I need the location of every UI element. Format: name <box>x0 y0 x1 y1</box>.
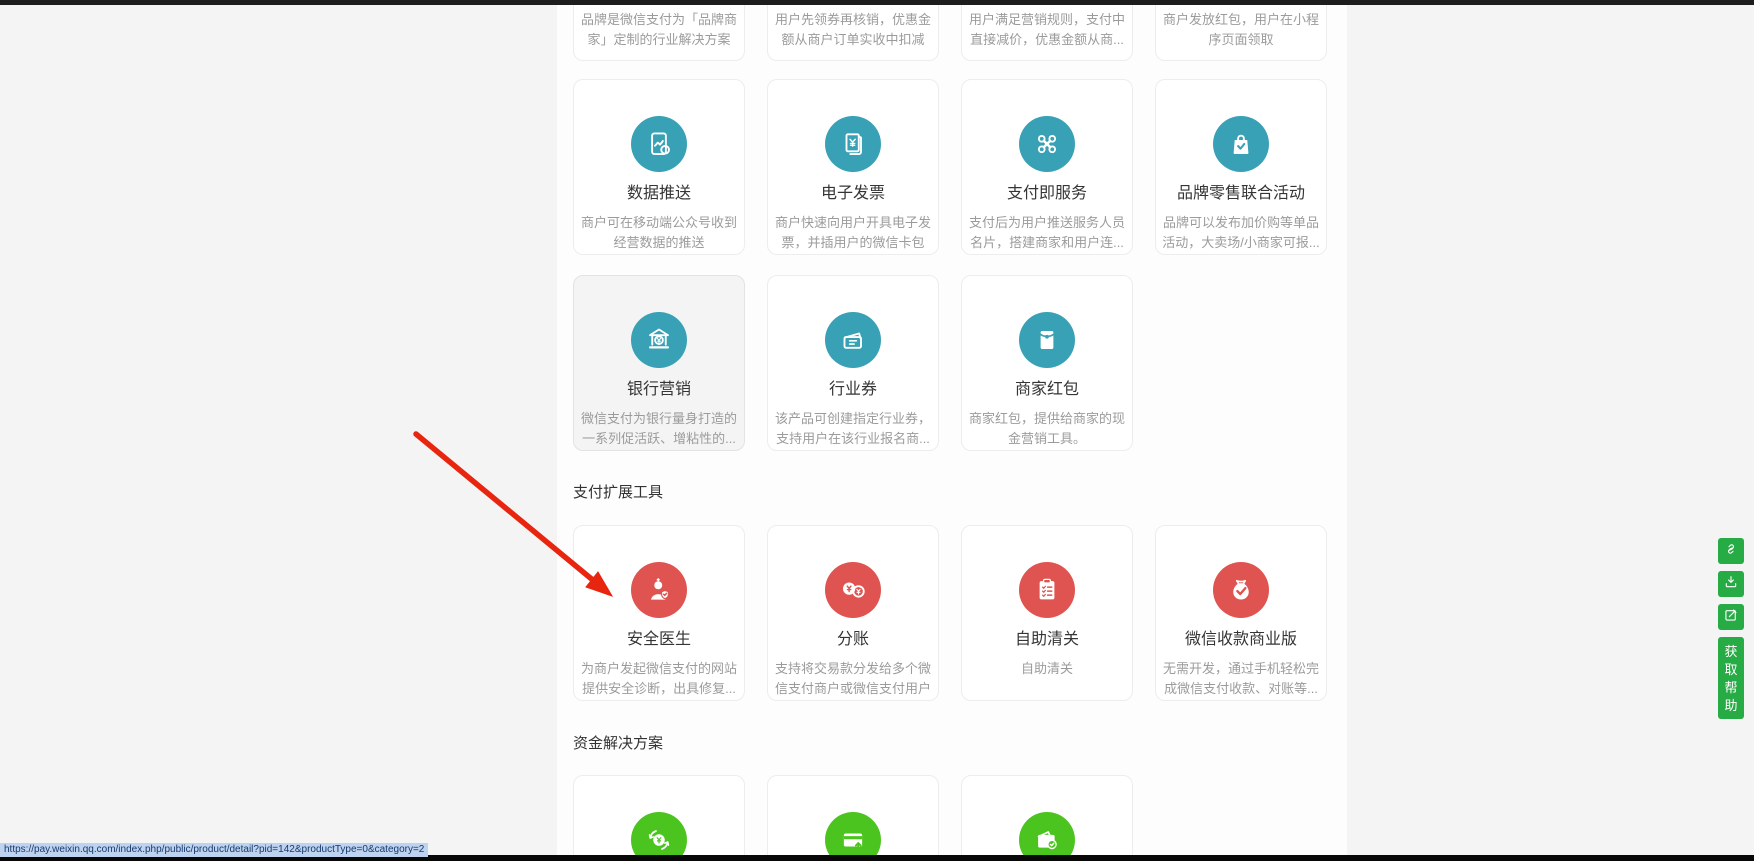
section-header: 支付扩展工具 <box>573 485 663 501</box>
product-desc: 商户快速向用户开具电子发票，并插用户的微信卡包 <box>773 213 933 253</box>
product-title: 行业券 <box>768 382 938 398</box>
product-card-商家红包[interactable]: 商家红包商家红包，提供给商家的现金营销工具。 <box>961 275 1133 451</box>
card-row: 安全医生为商户发起微信支付的网站提供安全诊断，出具修复...分账支持将交易款分发… <box>573 525 1327 701</box>
window-chrome-strip <box>0 0 1754 5</box>
product-card-银行营销[interactable]: 银行营销微信支付为银行量身打造的一系列促活跃、增粘性的... <box>573 275 745 451</box>
status-url-tooltip: https://pay.weixin.qq.com/index.php/publ… <box>0 843 428 857</box>
split-coins-icon <box>825 562 881 618</box>
product-title: 电子发票 <box>768 186 938 202</box>
product-card-数据推送[interactable]: 数据推送商户可在移动端公众号收到经营数据的推送 <box>573 79 745 255</box>
get-help-char: 获 <box>1724 645 1737 658</box>
product-desc: 该产品可创建指定行业券，支持用户在该行业报名商... <box>773 409 933 449</box>
product-desc: 商户发放红包，用户在小程序页面领取 <box>1161 10 1321 50</box>
product-title: 银行营销 <box>574 382 744 398</box>
product-card[interactable]: 用户满足营销规则，支付中直接减价，优惠金额从商... <box>961 0 1133 61</box>
product-card[interactable]: 品牌是微信支付为「品牌商家」定制的行业解决方案 <box>573 0 745 61</box>
red-packet-icon <box>1019 312 1075 368</box>
product-title: 微信收款商业版 <box>1156 632 1326 648</box>
compose-icon <box>1723 607 1739 628</box>
product-card-电子发票[interactable]: 电子发票商户快速向用户开具电子发票，并插用户的微信卡包 <box>767 79 939 255</box>
help-toolbar: 获取帮助 <box>1718 538 1744 719</box>
link-icon <box>1723 541 1739 562</box>
invoice-icon <box>825 116 881 172</box>
product-card[interactable]: 商户发放红包，用户在小程序页面领取 <box>1155 0 1327 61</box>
get-help-button[interactable]: 获取帮助 <box>1718 637 1744 719</box>
toolbar-button-link-icon[interactable] <box>1718 538 1744 564</box>
get-help-char: 帮 <box>1724 681 1737 694</box>
product-title: 数据推送 <box>574 186 744 202</box>
product-card-微信收款商业版[interactable]: 微信收款商业版无需开发，通过手机轻松完成微信支付收款、对账等... <box>1155 525 1327 701</box>
product-card-支付即服务[interactable]: 支付即服务支付后为用户推送服务人员名片，搭建商家和用户连... <box>961 79 1133 255</box>
wallet-check-icon <box>1019 812 1075 861</box>
product-title: 商家红包 <box>962 382 1132 398</box>
product-card[interactable] <box>961 775 1133 861</box>
page: 品牌是微信支付为「品牌商家」定制的行业解决方案用户先领券再核销，优惠金额从商户订… <box>0 0 1754 861</box>
phone-chart-icon <box>631 116 687 172</box>
toolbar-button-compose-icon[interactable] <box>1718 604 1744 630</box>
product-card-品牌零售联合活动[interactable]: 品牌零售联合活动品牌可以发布加价购等单品活动，大卖场/小商家可报... <box>1155 79 1327 255</box>
product-title: 品牌零售联合活动 <box>1156 186 1326 202</box>
coupons-icon <box>825 312 881 368</box>
card-row <box>573 775 1133 861</box>
product-card[interactable] <box>573 775 745 861</box>
product-card-自助清关[interactable]: 自助清关自助清关 <box>961 525 1133 701</box>
clipboard-checklist-icon <box>1019 562 1075 618</box>
moneybag-check-icon <box>1213 562 1269 618</box>
product-card[interactable] <box>767 775 939 861</box>
card-row: 银行营销微信支付为银行量身打造的一系列促活跃、增粘性的...行业券该产品可创建指… <box>573 275 1133 451</box>
product-card-分账[interactable]: 分账支持将交易款分发给多个微信支付商户或微信支付用户 <box>767 525 939 701</box>
download-icon <box>1723 574 1739 595</box>
card-transfer-icon <box>825 812 881 861</box>
product-card[interactable]: 用户先领券再核销，优惠金额从商户订单实收中扣减 <box>767 0 939 61</box>
security-doctor-icon <box>631 562 687 618</box>
product-card-安全医生[interactable]: 安全医生为商户发起微信支付的网站提供安全诊断，出具修复... <box>573 525 745 701</box>
get-help-char: 助 <box>1724 699 1737 712</box>
products-grid: 品牌是微信支付为「品牌商家」定制的行业解决方案用户先领券再核销，优惠金额从商户订… <box>0 0 1754 861</box>
product-desc: 品牌是微信支付为「品牌商家」定制的行业解决方案 <box>579 10 739 50</box>
product-title: 自助清关 <box>962 632 1132 648</box>
product-card-行业券[interactable]: 行业券该产品可创建指定行业券，支持用户在该行业报名商... <box>767 275 939 451</box>
product-desc: 微信支付为银行量身打造的一系列促活跃、增粘性的... <box>579 409 739 449</box>
product-desc: 支付后为用户推送服务人员名片，搭建商家和用户连... <box>967 213 1127 253</box>
product-desc: 无需开发，通过手机轻松完成微信支付收款、对账等... <box>1161 659 1321 699</box>
product-title: 支付即服务 <box>962 186 1132 202</box>
product-desc: 为商户发起微信支付的网站提供安全诊断，出具修复... <box>579 659 739 699</box>
get-help-char: 取 <box>1724 663 1737 676</box>
product-title: 分账 <box>768 632 938 648</box>
product-desc: 支持将交易款分发给多个微信支付商户或微信支付用户 <box>773 659 933 699</box>
shopping-bag-check-icon <box>1213 116 1269 172</box>
product-title: 安全医生 <box>574 632 744 648</box>
product-desc: 商家红包，提供给商家的现金营销工具。 <box>967 409 1127 449</box>
bank-icon <box>631 312 687 368</box>
product-desc: 商户可在移动端公众号收到经营数据的推送 <box>579 213 739 253</box>
product-desc: 用户先领券再核销，优惠金额从商户订单实收中扣减 <box>773 10 933 50</box>
product-desc: 品牌可以发布加价购等单品活动，大卖场/小商家可报... <box>1161 213 1321 253</box>
toolbar-button-download-icon[interactable] <box>1718 571 1744 597</box>
crossed-links-icon <box>1019 116 1075 172</box>
section-header: 资金解决方案 <box>573 736 663 752</box>
product-desc: 自助清关 <box>967 659 1127 679</box>
card-row: 数据推送商户可在移动端公众号收到经营数据的推送电子发票商户快速向用户开具电子发票… <box>573 79 1327 255</box>
coin-circulation-icon <box>631 812 687 861</box>
card-row: 品牌是微信支付为「品牌商家」定制的行业解决方案用户先领券再核销，优惠金额从商户订… <box>573 0 1327 61</box>
product-desc: 用户满足营销规则，支付中直接减价，优惠金额从商... <box>967 10 1127 50</box>
